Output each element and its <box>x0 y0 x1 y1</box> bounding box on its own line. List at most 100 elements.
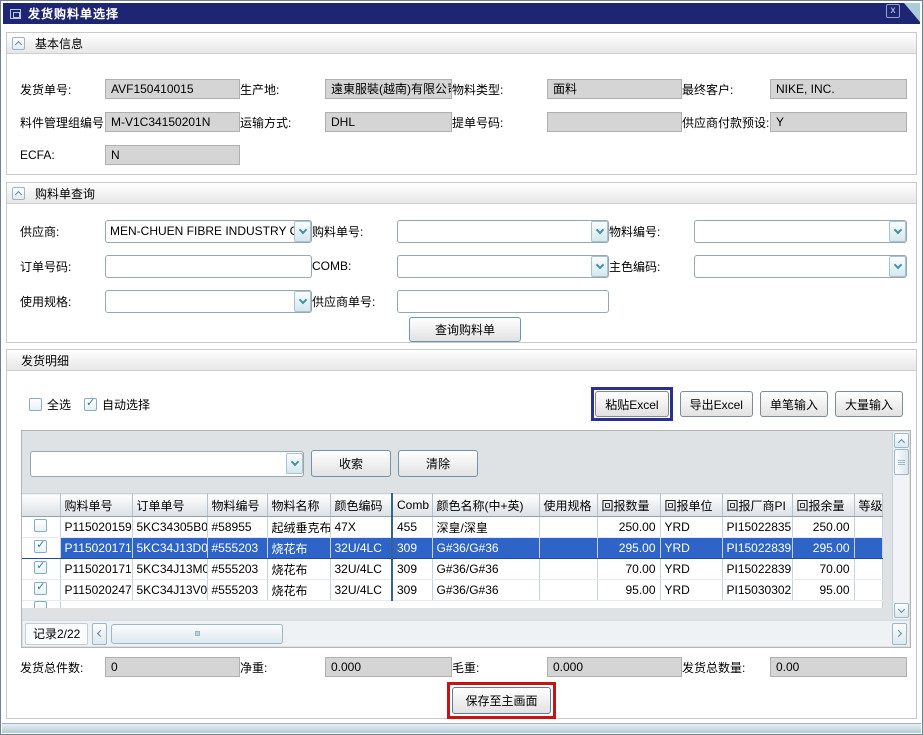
chevron-down-icon[interactable] <box>889 221 906 242</box>
cell-grade[interactable] <box>854 559 882 580</box>
cell-qty[interactable]: 295.00 <box>597 538 660 559</box>
cell-po[interactable]: P115020171 <box>60 559 132 580</box>
cell-color-name[interactable]: G#36/G#36 <box>432 538 539 559</box>
cell-color-name[interactable]: G#36/G#36 <box>432 559 539 580</box>
grid-search-combo[interactable] <box>30 451 304 477</box>
table-row[interactable]: P115020171 5KC34J13M04 #555203 烧花布 32U/4… <box>22 559 882 580</box>
scroll-left-icon[interactable] <box>92 623 107 645</box>
cell-spec[interactable] <box>539 517 597 538</box>
cell-color-name[interactable]: G#36/G#36 <box>432 580 539 601</box>
cell-unit[interactable]: YRD <box>660 538 722 559</box>
row-checkbox[interactable] <box>34 561 47 574</box>
chevron-down-icon[interactable] <box>286 453 303 474</box>
cell-grade[interactable] <box>854 517 882 538</box>
cell-color-code[interactable]: 32U/4LC <box>330 580 392 601</box>
col-color-code[interactable]: 颜色编码 <box>330 494 392 517</box>
cell-material-name[interactable]: 烧花布 <box>267 580 330 601</box>
cell-pi[interactable]: PI15030302 <box>722 580 792 601</box>
cell-spec[interactable] <box>539 580 597 601</box>
main-color-combo[interactable] <box>694 255 907 278</box>
cell-color-code[interactable]: 47X <box>330 517 392 538</box>
supplier-no-input[interactable] <box>397 290 609 313</box>
cell-material-no[interactable]: #555203 <box>207 538 267 559</box>
cell-grade[interactable] <box>854 580 882 601</box>
col-spec[interactable]: 使用规格 <box>539 494 597 517</box>
col-checkbox[interactable] <box>22 494 60 517</box>
col-comb[interactable]: Comb <box>392 494 432 517</box>
cell-material-name[interactable]: 烧花布 <box>267 538 330 559</box>
cell-unit[interactable]: YRD <box>660 580 722 601</box>
vertical-scroll-thumb[interactable] <box>894 449 909 475</box>
order-no-input[interactable] <box>105 255 312 278</box>
cell-material-no[interactable]: #58955 <box>207 517 267 538</box>
col-unit[interactable]: 回报单位 <box>660 494 722 517</box>
cell-unit[interactable]: YRD <box>660 559 722 580</box>
supplier-combo[interactable]: MEN-CHUEN FIBRE INDUSTRY CO., ... <box>105 220 312 243</box>
cell-balance[interactable]: 70.00 <box>792 559 854 580</box>
cell-order-no[interactable]: 5KC34J13V03 <box>132 580 207 601</box>
row-checkbox[interactable] <box>34 540 47 553</box>
cell-spec[interactable] <box>539 559 597 580</box>
cell-balance[interactable]: 250.00 <box>792 517 854 538</box>
cell-color-code[interactable]: 32U/4LC <box>330 559 392 580</box>
horizontal-scroll-track[interactable] <box>287 624 888 644</box>
chevron-down-icon[interactable] <box>591 256 608 277</box>
po-no-combo[interactable] <box>397 220 609 243</box>
collapse-basic-icon[interactable] <box>12 37 25 50</box>
select-all-checkbox[interactable] <box>29 398 42 411</box>
cell-pi[interactable]: PI15022835 <box>722 517 792 538</box>
cell-material-no[interactable]: #555203 <box>207 580 267 601</box>
cell-pi[interactable]: PI15022839 <box>722 559 792 580</box>
row-checkbox-cell[interactable] <box>22 559 60 580</box>
cell-comb[interactable]: 309 <box>392 580 432 601</box>
col-material-name[interactable]: 物料名称 <box>267 494 330 517</box>
save-to-main-button[interactable]: 保存至主画面 <box>452 687 550 714</box>
bulk-input-button[interactable]: 大量输入 <box>835 391 903 417</box>
export-excel-button[interactable]: 导出Excel <box>680 391 753 417</box>
cell-qty[interactable]: 95.00 <box>597 580 660 601</box>
cell-balance[interactable]: 295.00 <box>792 538 854 559</box>
query-po-button[interactable]: 查询购料单 <box>409 317 521 342</box>
chevron-down-icon[interactable] <box>294 221 311 242</box>
cell-order-no[interactable]: 5KC34J13D03 <box>132 538 207 559</box>
scroll-down-icon[interactable] <box>894 603 909 618</box>
material-no-combo[interactable] <box>694 220 907 243</box>
col-order-no[interactable]: 订单单号 <box>132 494 207 517</box>
col-material-no[interactable]: 物料编号 <box>207 494 267 517</box>
cell-pi[interactable]: PI15022839 <box>722 538 792 559</box>
grid-search-button[interactable]: 收索 <box>311 450 391 477</box>
cell-color-code[interactable]: 32U/4LC <box>330 538 392 559</box>
cell-unit[interactable]: YRD <box>660 517 722 538</box>
horizontal-scroll-thumb[interactable] <box>111 624 283 644</box>
cell-comb[interactable]: 455 <box>392 517 432 538</box>
table-row[interactable]: P115020247 5KC34J13V03 #555203 烧花布 32U/4… <box>22 580 882 601</box>
table-row[interactable]: P115020171 5KC34J13D03 #555203 烧花布 32U/4… <box>22 538 882 559</box>
vertical-scrollbar[interactable] <box>892 432 909 619</box>
col-pi[interactable]: 回报厂商PI <box>722 494 792 517</box>
col-po-no[interactable]: 购料单号 <box>60 494 132 517</box>
paste-excel-button[interactable]: 粘贴Excel <box>595 391 668 417</box>
row-checkbox[interactable] <box>34 582 47 595</box>
cell-comb[interactable]: 309 <box>392 538 432 559</box>
cell-material-no[interactable]: #555203 <box>207 559 267 580</box>
scroll-up-icon[interactable] <box>894 433 909 448</box>
grid-search-input[interactable] <box>31 454 286 473</box>
chevron-down-icon[interactable] <box>889 256 906 277</box>
cell-order-no[interactable]: 5KC34305B02 <box>132 517 207 538</box>
row-checkbox-cell[interactable] <box>22 538 60 559</box>
comb-combo[interactable] <box>397 255 609 278</box>
collapse-query-icon[interactable] <box>12 187 25 200</box>
cell-qty[interactable]: 250.00 <box>597 517 660 538</box>
col-balance[interactable]: 回报余量 <box>792 494 854 517</box>
cell-po[interactable]: P115020171 <box>60 538 132 559</box>
single-input-button[interactable]: 单笔输入 <box>760 391 828 417</box>
cell-order-no[interactable]: 5KC34J13M04 <box>132 559 207 580</box>
cell-material-name[interactable]: 起绒垂克布 <box>267 517 330 538</box>
spec-combo[interactable] <box>105 290 312 313</box>
col-grade[interactable]: 等级 <box>854 494 882 517</box>
cell-spec[interactable] <box>539 538 597 559</box>
cell-comb[interactable]: 309 <box>392 559 432 580</box>
cell-color-name[interactable]: 深皇/深皇 <box>432 517 539 538</box>
auto-select-checkbox[interactable] <box>84 398 97 411</box>
cell-qty[interactable]: 70.00 <box>597 559 660 580</box>
